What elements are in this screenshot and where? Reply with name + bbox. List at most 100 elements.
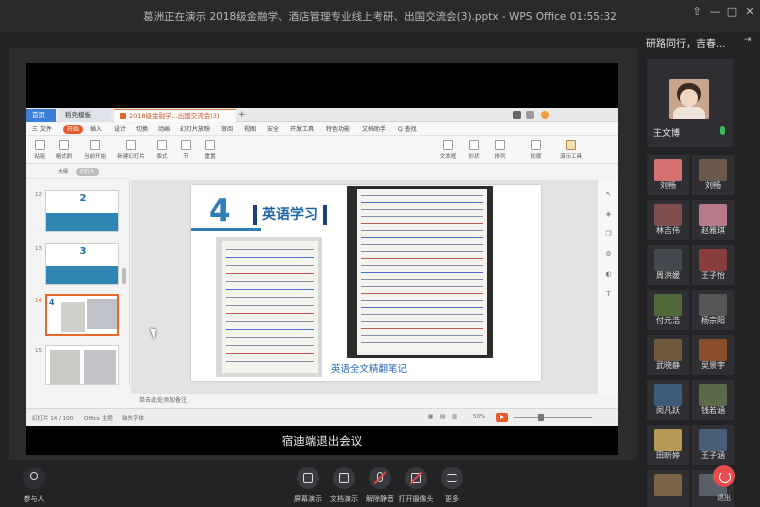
participant-tile[interactable]: 刘畅 bbox=[647, 155, 689, 195]
participant-tile[interactable]: 赵雅琪 bbox=[692, 200, 734, 240]
outline-button[interactable]: 轮廓 bbox=[524, 140, 548, 160]
participant-name: 林吉伟 bbox=[656, 226, 680, 235]
wps-toolbar: 粘贴 格式刷 当前开始 新建幻灯片 版式 节 重置 文本框 形状 排列 轮廓 演… bbox=[26, 137, 618, 164]
layout-button[interactable]: 版式 bbox=[150, 140, 174, 160]
more-button[interactable]: 更多 bbox=[430, 467, 474, 504]
participant-tile[interactable]: 武晓静 bbox=[647, 335, 689, 375]
minimize-icon[interactable]: — bbox=[706, 4, 724, 20]
host-video-tile[interactable]: 王文博 bbox=[647, 59, 733, 147]
menu-home[interactable]: 开始 bbox=[63, 125, 84, 134]
section-button[interactable]: 节 bbox=[174, 140, 198, 160]
participants-sidebar: 研路同行，吉春... ⇥ 王文博 刘畅 刘畅 林吉伟 赵雅琪 周洪媛 王子怡 付元浩 杨宗阳武… bbox=[640, 32, 760, 507]
participant-tile[interactable]: 闵凡跃 bbox=[647, 380, 689, 420]
menu-features[interactable]: 特色功能 bbox=[326, 125, 350, 134]
leave-meeting-button[interactable] bbox=[713, 465, 735, 487]
wrench-icon[interactable]: ⚙ bbox=[604, 250, 613, 259]
tab-templates[interactable]: 稻壳模板 bbox=[59, 109, 111, 122]
menu-icon bbox=[447, 474, 457, 482]
new-slide-button[interactable]: 新建幻灯片 bbox=[114, 140, 148, 160]
current-slide[interactable]: 4 英语学习 英语全文精翻笔记 bbox=[191, 185, 541, 381]
presentation-tools-button[interactable]: 演示工具 bbox=[556, 140, 586, 160]
missing-font-button[interactable]: 缺失字体 bbox=[122, 414, 144, 422]
outline-icon bbox=[531, 140, 541, 150]
menu-slideshow[interactable]: 幻灯片放映 bbox=[180, 125, 210, 134]
participant-tile[interactable]: 钱若涵 bbox=[692, 380, 734, 420]
arrange-button[interactable]: 排列 bbox=[488, 140, 512, 160]
maximize-icon[interactable]: □ bbox=[723, 4, 741, 20]
participant-name: 闵凡跃 bbox=[656, 406, 680, 415]
host-name: 王文博 bbox=[653, 129, 681, 139]
menu-search[interactable]: Q 查找 bbox=[398, 125, 417, 134]
panel-switcher: 大纲 幻灯片 bbox=[26, 165, 130, 179]
menu-insert[interactable]: 插入 bbox=[90, 125, 102, 134]
play-from-current-button[interactable]: 当前开始 bbox=[78, 140, 112, 160]
participant-tile[interactable]: 王子涵 bbox=[692, 425, 734, 465]
zoom-slider[interactable] bbox=[514, 417, 592, 418]
normal-view-icon[interactable]: ▦ bbox=[428, 414, 433, 420]
sorter-view-icon[interactable]: ▤ bbox=[440, 414, 445, 420]
participant-tile[interactable]: 王子怡 bbox=[692, 245, 734, 285]
menu-doc-assistant[interactable]: 文档助手 bbox=[362, 125, 386, 134]
avatar bbox=[699, 384, 727, 406]
shape-button[interactable]: 形状 bbox=[462, 140, 486, 160]
slide-thumbnail-selected[interactable]: 4 bbox=[45, 294, 119, 336]
slide-thumbnail[interactable]: 3 bbox=[45, 243, 119, 285]
format-painter-button[interactable]: 格式刷 bbox=[52, 140, 76, 160]
participants-button[interactable]: 参与人 bbox=[12, 467, 56, 504]
menu-transition[interactable]: 切换 bbox=[136, 125, 148, 134]
participant-tile[interactable]: 吴景宇 bbox=[692, 335, 734, 375]
participant-tile[interactable]: 杨宗阳 bbox=[692, 290, 734, 330]
outline-tab[interactable]: 大纲 bbox=[54, 168, 72, 176]
participant-tile[interactable]: 田昕婷 bbox=[647, 425, 689, 465]
paste-button[interactable]: 粘贴 bbox=[28, 140, 52, 160]
textbox-button[interactable]: 文本框 bbox=[436, 140, 460, 160]
participant-tile[interactable]: 刘畅 bbox=[692, 155, 734, 195]
menu-view[interactable]: 视图 bbox=[244, 125, 256, 134]
shape-fill-icon[interactable]: ◈ bbox=[604, 210, 613, 219]
menu-developer[interactable]: 开发工具 bbox=[290, 125, 314, 134]
menu-security[interactable]: 安全 bbox=[267, 125, 279, 134]
thumbnail-scrollbar[interactable] bbox=[122, 268, 126, 284]
new-tab-button[interactable]: + bbox=[238, 108, 246, 122]
close-icon[interactable]: ✕ bbox=[741, 4, 759, 20]
avatar bbox=[699, 339, 727, 361]
menu-review[interactable]: 审阅 bbox=[221, 125, 233, 134]
notebook-photo-right bbox=[347, 186, 493, 358]
select-icon[interactable]: ↖ bbox=[604, 190, 613, 199]
meeting-control-bar: 参与人 屏幕演示 文档演示 解除静音 打开摄像头 更多 bbox=[0, 460, 640, 507]
grid-icon[interactable] bbox=[526, 111, 534, 119]
badge-icon[interactable] bbox=[513, 111, 521, 119]
section-icon bbox=[181, 140, 191, 150]
tab-home[interactable]: 首页 bbox=[26, 109, 56, 122]
text-icon[interactable]: T bbox=[604, 290, 613, 299]
avatar bbox=[669, 79, 709, 119]
slide-thumbnail[interactable] bbox=[45, 345, 119, 385]
slideshow-play-button[interactable] bbox=[496, 413, 508, 422]
notes-bar[interactable]: 单击此处添加备注 bbox=[131, 394, 597, 407]
participant-tile[interactable]: 周洪媛 bbox=[647, 245, 689, 285]
fill-icon[interactable]: ◐ bbox=[604, 270, 613, 279]
notebook-photo-left bbox=[216, 237, 322, 377]
menu-design[interactable]: 设计 bbox=[114, 125, 126, 134]
menu-file[interactable]: 三 文件 bbox=[32, 125, 52, 134]
participant-name: 周洪媛 bbox=[656, 271, 680, 280]
theme-name: Office 主题 bbox=[84, 416, 113, 422]
user-avatar-icon[interactable] bbox=[541, 111, 549, 119]
layers-icon[interactable]: ❐ bbox=[604, 230, 613, 239]
collapse-sidebar-icon[interactable]: ⇥ bbox=[744, 35, 752, 45]
zoom-slider-handle[interactable] bbox=[538, 414, 544, 421]
tab-document[interactable]: 2018级金融学...出国交流会(3) bbox=[114, 109, 236, 122]
menu-animation[interactable]: 动画 bbox=[158, 125, 170, 134]
slide-thumbnail[interactable]: 2 bbox=[45, 190, 119, 232]
participant-name: 王子怡 bbox=[701, 271, 725, 280]
reading-view-icon[interactable]: ▥ bbox=[452, 414, 457, 420]
wps-tab-bar: 首页 稻壳模板 2018级金融学...出国交流会(3) + bbox=[26, 108, 618, 122]
pin-icon[interactable]: ⇧ bbox=[688, 4, 706, 20]
participant-tile[interactable]: 付元浩 bbox=[647, 290, 689, 330]
participant-tile[interactable]: 林吉伟 bbox=[647, 200, 689, 240]
participant-tile[interactable] bbox=[647, 470, 689, 507]
slide-title: 英语学习 bbox=[253, 205, 327, 225]
slides-tab[interactable]: 幻灯片 bbox=[76, 168, 100, 176]
reset-button[interactable]: 重置 bbox=[198, 140, 222, 160]
folder-icon bbox=[339, 473, 349, 483]
